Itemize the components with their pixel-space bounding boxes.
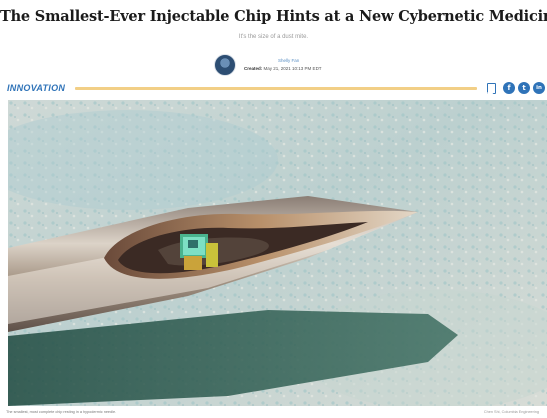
article-subhead: It's the size of a dust mite. [238,34,309,40]
created-label: Created: [244,66,263,71]
byline-text: Shelly Fan Created: May 21, 2021 10:13 P… [244,57,322,73]
linkedin-icon[interactable]: in [533,82,545,94]
facebook-icon[interactable]: f [503,82,515,94]
author-avatar[interactable] [214,54,236,76]
image-caption: The smallest, most complete chip resting… [6,410,117,414]
bookmark-icon[interactable] [487,82,496,94]
created-line: Created: May 21, 2021 10:13 PM EDT [244,65,322,73]
section-row: INNOVATION f t in [7,80,545,96]
twitter-icon[interactable]: t [518,82,530,94]
image-credit: Chen Shi, Columbia Engineering [483,410,539,414]
byline: Shelly Fan Created: May 21, 2021 10:13 P… [214,54,322,76]
share-bar: f t in [487,82,545,94]
section-label[interactable]: INNOVATION [7,83,65,93]
section-divider [75,86,477,90]
article-headline: The Smallest-Ever Injectable Chip Hints … [0,8,547,25]
created-date: May 21, 2021 10:13 PM EDT [263,66,322,71]
hero-image [8,100,547,406]
author-name[interactable]: Shelly Fan [278,57,322,65]
needle-chip-photo [8,100,547,406]
